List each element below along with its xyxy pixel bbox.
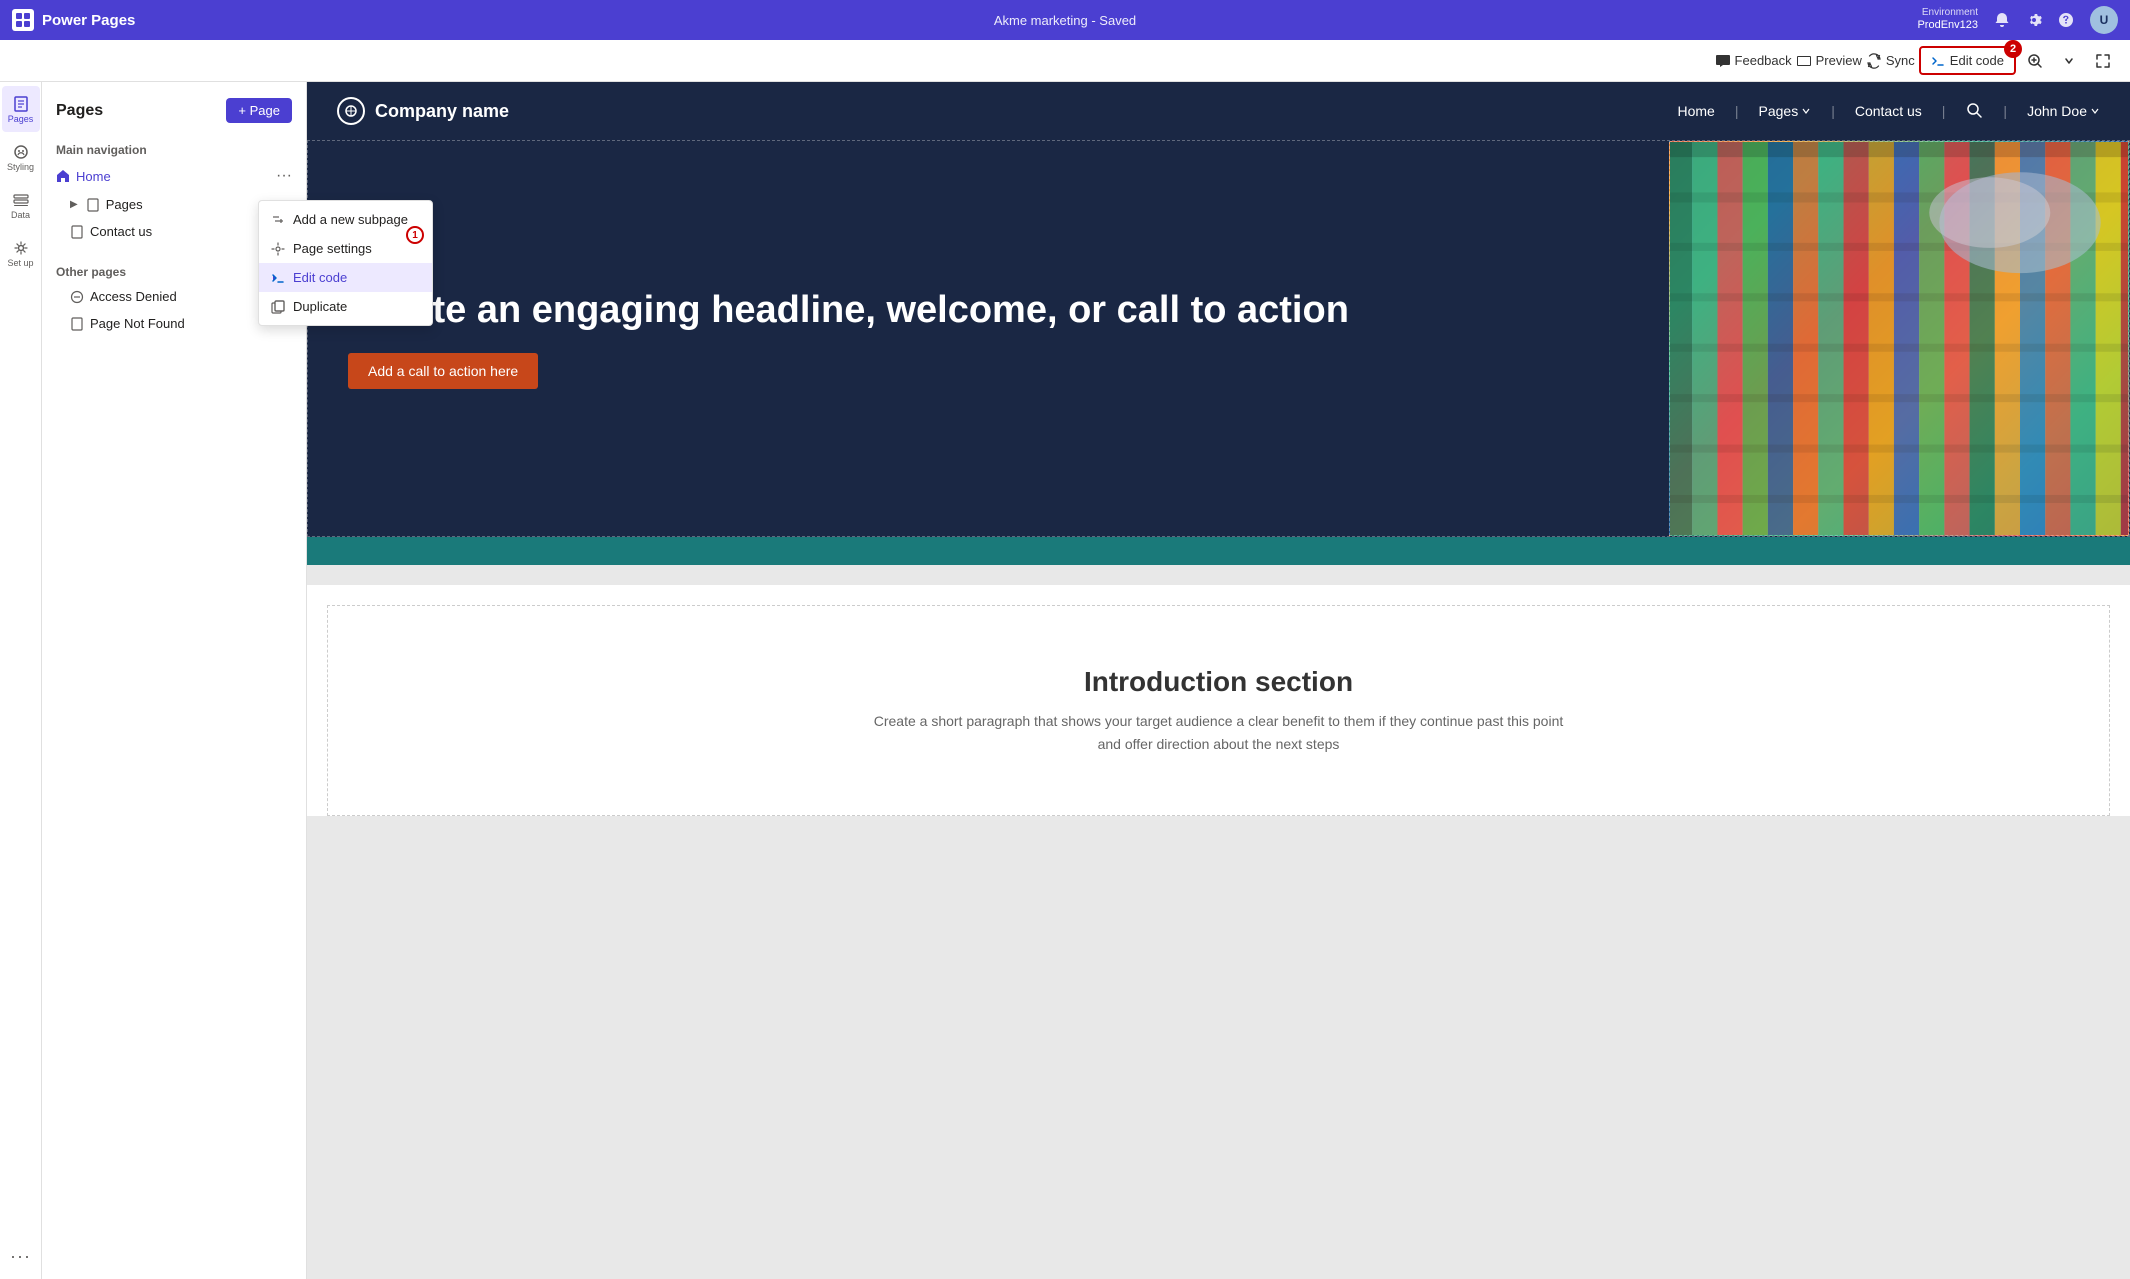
user-avatar[interactable]: U — [2090, 6, 2118, 34]
preview-button[interactable]: Preview — [1796, 53, 1862, 69]
hero-section: Create an engaging headline, welcome, or… — [307, 140, 2130, 537]
topbar-right: Environment ProdEnv123 U — [1917, 6, 2118, 34]
teal-strip — [307, 537, 2130, 565]
sidebar-header: Pages + Page — [42, 94, 306, 135]
settings-button[interactable] — [2026, 12, 2042, 28]
site-search-icon[interactable] — [1965, 101, 1983, 122]
hero-image — [1669, 141, 2129, 536]
ctx-edit-code-label: Edit code — [293, 270, 347, 285]
app-logo-icon — [12, 9, 34, 31]
rail-setup-label: Set up — [7, 259, 33, 268]
site-nav-contact[interactable]: Contact us — [1855, 103, 1922, 119]
pages-chevron-icon: ▶ — [70, 199, 78, 210]
rail-styling[interactable]: Styling — [2, 134, 40, 180]
nav-page-not-found-label: Page Not Found — [90, 316, 185, 331]
site-nav-divider-3: | — [1942, 103, 1946, 119]
feedback-label: Feedback — [1735, 53, 1792, 68]
app-logo[interactable]: Power Pages — [12, 9, 135, 31]
sync-label: Sync — [1886, 53, 1915, 68]
site-nav-pages[interactable]: Pages — [1759, 103, 1812, 119]
intro-text: Create a short paragraph that shows your… — [869, 710, 1569, 755]
context-menu: Add a new subpage Page settings 1 Edit c… — [258, 200, 433, 326]
subtoolbar: Feedback Preview Sync Edit code 2 — [0, 40, 2130, 82]
hero-image-visual — [1670, 142, 2128, 535]
add-page-button[interactable]: + Page — [226, 98, 292, 123]
site-logo: Company name — [337, 97, 509, 125]
topbar: Power Pages Akme marketing - Saved Envir… — [0, 0, 2130, 40]
site-nav-links: Home | Pages | Contact us | | John Doe — [1678, 101, 2101, 122]
intro-title: Introduction section — [368, 666, 2069, 698]
notifications-button[interactable] — [1994, 12, 2010, 28]
nav-access-denied-label: Access Denied — [90, 289, 177, 304]
section-gap — [307, 565, 2130, 585]
help-button[interactable] — [2058, 12, 2074, 28]
hero-text: Create an engaging headline, welcome, or… — [308, 141, 1669, 536]
site-nav-divider-1: | — [1735, 103, 1739, 119]
edit-code-toolbar-button[interactable]: Edit code 2 — [1919, 46, 2016, 75]
site-company-name: Company name — [375, 101, 509, 122]
feedback-button[interactable]: Feedback — [1715, 53, 1792, 69]
zoom-dropdown-button[interactable] — [2054, 46, 2084, 76]
rail-more-button[interactable]: ··· — [2, 1241, 40, 1271]
preview-label: Preview — [1816, 53, 1862, 68]
ctx-duplicate[interactable]: Duplicate — [259, 292, 432, 321]
site-nav-user[interactable]: John Doe — [2027, 103, 2100, 119]
site-nav: Company name Home | Pages | Contact us | — [307, 82, 2130, 140]
app-name-label: Power Pages — [42, 12, 135, 29]
edit-code-toolbar-label: Edit code — [1950, 53, 2004, 68]
expand-button[interactable] — [2088, 46, 2118, 76]
env-label: Environment — [1922, 7, 1978, 19]
site-preview: Company name Home | Pages | Contact us | — [307, 82, 2130, 816]
hero-cta-button[interactable]: Add a call to action here — [348, 353, 538, 389]
env-name: ProdEnv123 — [1917, 19, 1978, 32]
add-page-label: + Page — [238, 103, 280, 118]
nav-home[interactable]: Home ··· — [42, 161, 306, 191]
ctx-page-settings[interactable]: Page settings 1 — [259, 234, 432, 263]
rail-data[interactable]: Data — [2, 182, 40, 228]
main-nav-label: Main navigation — [42, 135, 306, 161]
site-nav-divider-4: | — [2003, 103, 2007, 119]
home-more-button[interactable]: ··· — [276, 167, 292, 185]
sync-button[interactable]: Sync — [1866, 53, 1915, 69]
nav-pages-label: Pages — [106, 197, 143, 212]
intro-section: Introduction section Create a short para… — [327, 605, 2110, 816]
site-nav-home[interactable]: Home — [1678, 103, 1715, 119]
subtoolbar-right: Feedback Preview Sync Edit code 2 — [1715, 46, 2130, 76]
ctx-duplicate-label: Duplicate — [293, 299, 347, 314]
rail-data-label: Data — [11, 211, 30, 220]
ctx-edit-code[interactable]: Edit code — [259, 263, 432, 292]
zoom-in-button[interactable] — [2020, 46, 2050, 76]
center-text: Akme marketing - Saved — [994, 13, 1136, 28]
rail-pages[interactable]: Pages — [2, 86, 40, 132]
topbar-center: Akme marketing - Saved — [994, 13, 1136, 28]
rail-pages-label: Pages — [8, 115, 34, 124]
main-layout: Pages Styling Data Set up — [0, 82, 2130, 1279]
rail-styling-label: Styling — [7, 163, 34, 172]
nav-home-label: Home — [76, 169, 111, 184]
nav-contact-label: Contact us — [90, 224, 152, 239]
site-logo-icon — [337, 97, 365, 125]
sidebar-title: Pages — [56, 102, 103, 120]
rail-setup[interactable]: Set up — [2, 230, 40, 276]
edit-code-badge: 2 — [2004, 40, 2022, 58]
ctx-page-settings-label: Page settings — [293, 241, 372, 256]
hero-headline: Create an engaging headline, welcome, or… — [348, 288, 1629, 334]
ctx-add-subpage-label: Add a new subpage — [293, 212, 408, 227]
environment-block: Environment ProdEnv123 — [1917, 7, 1978, 32]
content-area: Company name Home | Pages | Contact us | — [307, 82, 2130, 1279]
ctx-badge: 1 — [406, 226, 424, 244]
ctx-add-subpage[interactable]: Add a new subpage — [259, 205, 432, 234]
icon-rail: Pages Styling Data Set up — [0, 82, 42, 1279]
site-nav-divider-2: | — [1831, 103, 1835, 119]
